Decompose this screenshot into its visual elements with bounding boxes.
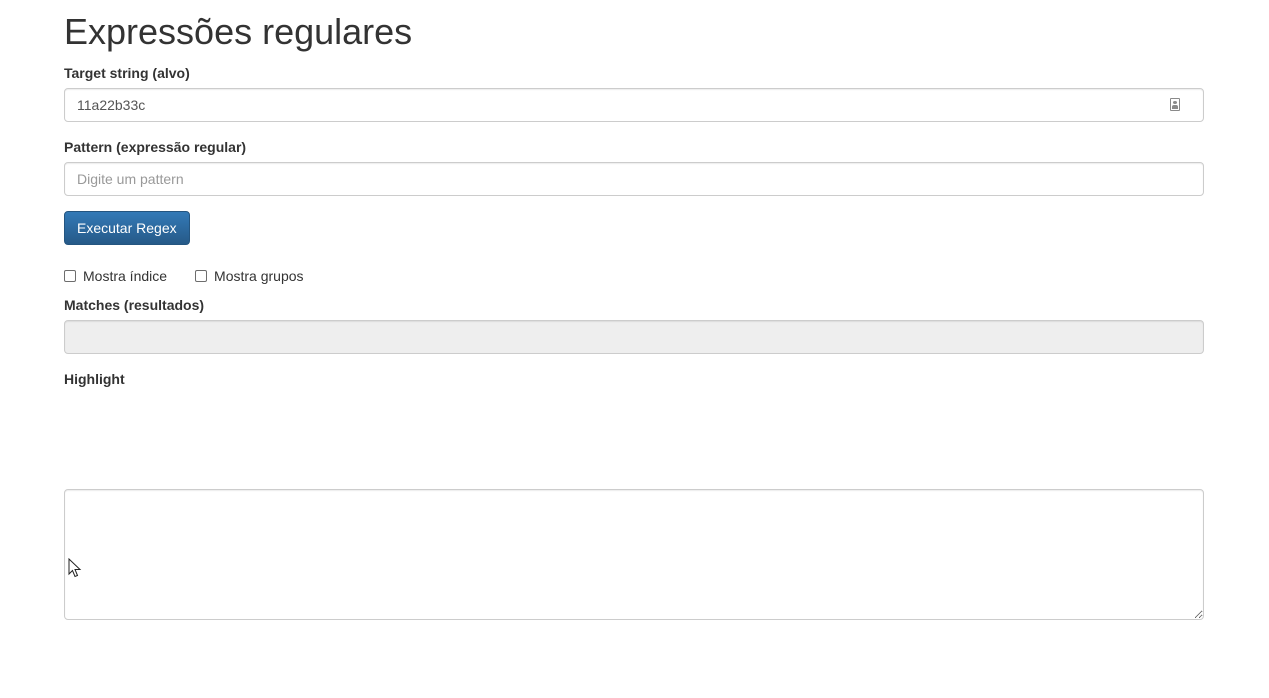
highlight-output xyxy=(64,394,1204,484)
target-input[interactable] xyxy=(64,88,1204,122)
options-row: Mostra índice Mostra grupos xyxy=(64,266,332,286)
password-manager-icon[interactable] xyxy=(1170,98,1180,111)
show-groups-checkbox[interactable] xyxy=(195,270,208,282)
mouse-cursor-icon xyxy=(68,558,82,578)
page-title: Expressões regulares xyxy=(64,11,413,52)
pattern-label: Pattern (expressão regular) xyxy=(64,139,247,155)
pattern-input[interactable] xyxy=(64,162,1204,196)
target-field-wrapper xyxy=(64,88,1204,122)
show-index-option[interactable]: Mostra índice xyxy=(64,266,167,286)
show-index-label: Mostra índice xyxy=(83,268,168,284)
show-groups-label: Mostra grupos xyxy=(214,268,304,284)
matches-label: Matches (resultados) xyxy=(64,297,205,313)
target-label: Target string (alvo) xyxy=(64,65,190,81)
execute-regex-button[interactable]: Executar Regex xyxy=(64,211,190,245)
matches-output xyxy=(64,320,1204,354)
show-index-checkbox[interactable] xyxy=(64,270,76,282)
highlight-label: Highlight xyxy=(64,371,125,387)
show-groups-option[interactable]: Mostra grupos xyxy=(195,266,304,286)
text-area[interactable] xyxy=(64,489,1204,620)
